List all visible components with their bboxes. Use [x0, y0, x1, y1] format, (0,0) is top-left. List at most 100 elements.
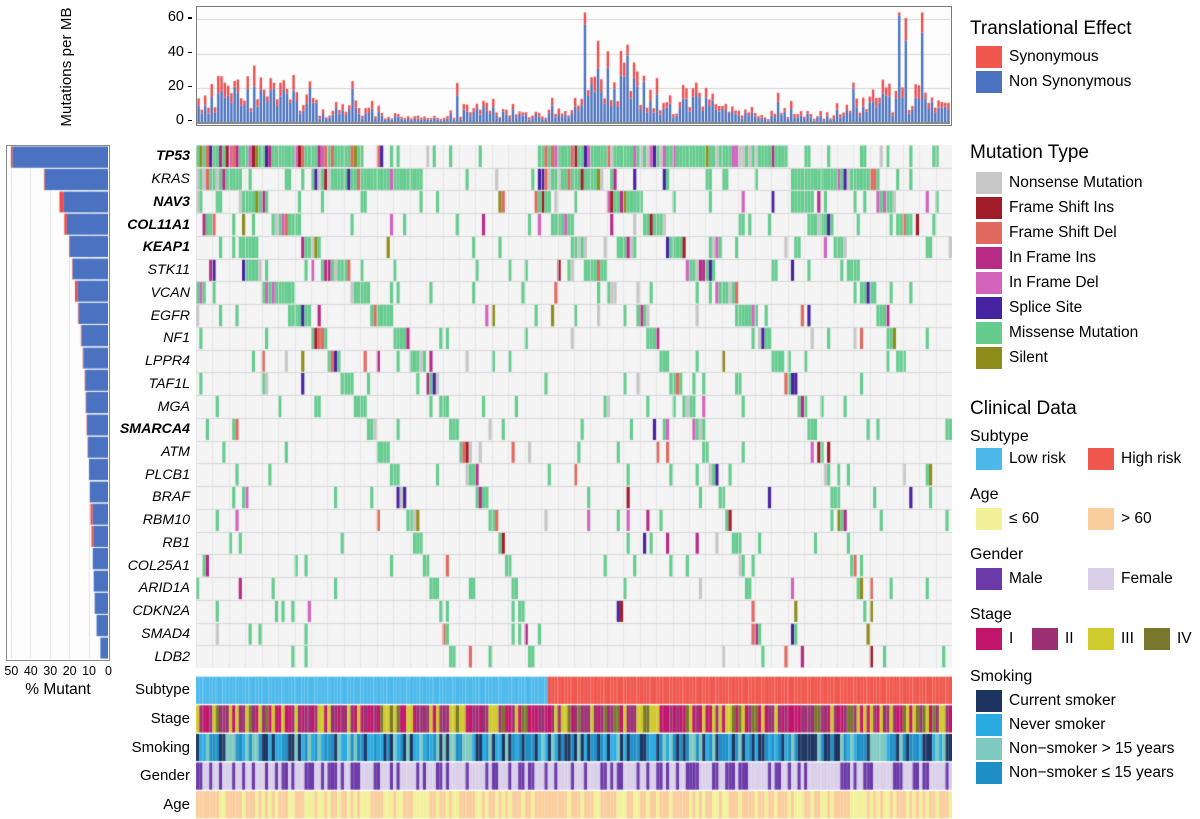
legend-subtitle-age: Age [970, 486, 998, 504]
legend-stage-iii-label: III [1121, 628, 1134, 650]
legend-mutation-missense-mutation-swatch [976, 322, 1002, 344]
percent-mutant-x-tick-label: 20 [60, 664, 80, 678]
legend-title-translational-effect: Translational Effect [970, 18, 1132, 40]
gene-label-egfr: EGFR [106, 309, 190, 323]
legend-stage-iii-swatch [1088, 628, 1114, 650]
legend-mutation-in-frame-ins-label: In Frame Ins [1009, 247, 1096, 269]
gene-label-kras: KRAS [106, 172, 190, 186]
legend-subtitle-gender: Gender [970, 546, 1023, 564]
legend-stage-i-label: I [1009, 628, 1013, 650]
gene-label-vcan: VCAN [106, 286, 190, 300]
legend-subtype-1-swatch [1088, 448, 1114, 470]
legend-subtype-0-swatch [976, 448, 1002, 470]
legend-smoking-3-label: Non−smoker ≤ 15 years [1009, 762, 1174, 784]
gene-label-tp53: TP53 [106, 149, 190, 163]
legend-mutation-in-frame-ins-swatch [976, 247, 1002, 269]
tmb-y-tick-label: 20 [150, 78, 184, 94]
gene-label-plcb1: PLCB1 [106, 468, 190, 482]
legend-smoking-1-label: Never smoker [1009, 714, 1105, 736]
tmb-y-tick-mark [188, 120, 192, 121]
tmb-y-tick-label: 0 [150, 112, 184, 128]
percent-mutant-canvas [7, 146, 108, 659]
gene-label-col11a1: COL11A1 [106, 218, 190, 232]
tmb-barplot-canvas [197, 7, 950, 124]
legend-gender-0-label: Male [1009, 568, 1043, 590]
legend-mutation-splice-site-swatch [976, 297, 1002, 319]
legend-mutation-silent-swatch [976, 347, 1002, 369]
gene-label-keap1: KEAP1 [106, 240, 190, 254]
legend-subtitle-smoking: Smoking [970, 668, 1032, 686]
legend-age-1-swatch [1088, 508, 1114, 530]
clinical-track-label-smoking: Smoking [106, 740, 190, 755]
clinical-track-label-stage: Stage [106, 711, 190, 726]
legend-stage-i-swatch [976, 628, 1002, 650]
tmb-barplot-panel [196, 6, 952, 126]
gene-label-atm: ATM [106, 445, 190, 459]
legend-gender-1-label: Female [1121, 568, 1173, 590]
gene-label-taf1l: TAF1L [106, 377, 190, 391]
legend-translational-non-synonymous-label: Non Synonymous [1009, 71, 1131, 93]
gene-label-smad4: SMAD4 [106, 627, 190, 641]
tmb-y-tick-label: 60 [150, 9, 184, 25]
tmb-y-tick-mark [188, 17, 192, 18]
gene-label-braf: BRAF [106, 490, 190, 504]
legend-mutation-nonsense-mutation-swatch [976, 172, 1002, 194]
legend-subtitle-stage: Stage [970, 606, 1012, 624]
gene-label-ldb2: LDB2 [106, 650, 190, 664]
legend-stage-ii-label: II [1065, 628, 1074, 650]
legend-translational-synonymous-label: Synonymous [1009, 46, 1099, 68]
clinical-track-panel [196, 676, 952, 819]
legend-age-1-label: > 60 [1121, 508, 1152, 530]
legend-mutation-frame-shift-del-label: Frame Shift Del [1009, 222, 1117, 244]
gene-label-lppr4: LPPR4 [106, 354, 190, 368]
percent-mutant-title: % Mutant [6, 681, 110, 699]
legend-gender-0-swatch [976, 568, 1002, 590]
legend-title-mutation-type: Mutation Type [970, 142, 1089, 164]
gene-label-arid1a: ARID1A [106, 581, 190, 595]
gene-label-nf1: NF1 [106, 331, 190, 345]
legend-mutation-frame-shift-ins-label: Frame Shift Ins [1009, 197, 1114, 219]
gene-label-nav3: NAV3 [106, 195, 190, 209]
legend-column: Translational Effect Synonymous Non Synony… [966, 0, 1200, 819]
legend-mutation-in-frame-del-label: In Frame Del [1009, 272, 1099, 294]
tmb-y-tick-label: 40 [150, 44, 184, 60]
clinical-track-label-subtype: Subtype [106, 682, 190, 697]
legend-smoking-2-label: Non−smoker > 15 years [1009, 738, 1174, 760]
figure-root: Mutations per MB 0204060 50403020100 % M… [0, 0, 1200, 819]
clinical-track-labels: SubtypeStageSmokingGenderAge [110, 676, 194, 819]
legend-subtype-0-label: Low risk [1009, 448, 1066, 470]
legend-stage-iv-label: IV [1177, 628, 1192, 650]
legend-title-clinical-data: Clinical Data [970, 398, 1077, 420]
tmb-y-axis-label: Mutations per MB [58, 0, 78, 147]
legend-age-0-label: ≤ 60 [1009, 508, 1039, 530]
gene-label-col25a1: COL25A1 [106, 559, 190, 573]
legend-stage-iv-swatch [1144, 628, 1170, 650]
legend-smoking-0-swatch [976, 690, 1002, 712]
tmb-y-axis-ticks: 0 20 40 60 [150, 0, 196, 130]
clinical-track-label-age: Age [106, 797, 190, 812]
legend-mutation-in-frame-del-swatch [976, 272, 1002, 294]
oncoprint-canvas [196, 145, 952, 668]
legend-smoking-1-swatch [976, 714, 1002, 736]
oncoprint-panel [196, 145, 952, 668]
legend-smoking-2-swatch [976, 738, 1002, 760]
legend-subtitle-subtype: Subtype [970, 428, 1029, 446]
legend-mutation-missense-mutation-label: Missense Mutation [1009, 322, 1138, 344]
tmb-y-tick-mark [188, 86, 192, 87]
percent-mutant-x-tick-label: 40 [21, 664, 41, 678]
legend-age-0-swatch [976, 508, 1002, 530]
gene-label-rbm10: RBM10 [106, 513, 190, 527]
legend-mutation-frame-shift-del-swatch [976, 222, 1002, 244]
legend-smoking-3-swatch [976, 762, 1002, 784]
clinical-track-label-gender: Gender [106, 768, 190, 783]
legend-translational-synonymous-swatch [976, 46, 1002, 68]
legend-smoking-0-label: Current smoker [1009, 690, 1116, 712]
percent-mutant-panel [6, 145, 110, 661]
percent-mutant-x-tick-label: 50 [1, 664, 21, 678]
legend-gender-1-swatch [1088, 568, 1114, 590]
gene-label-stk11: STK11 [106, 263, 190, 277]
gene-label-cdkn2a: CDKN2A [106, 604, 190, 618]
legend-mutation-nonsense-mutation-label: Nonsense Mutation [1009, 172, 1143, 194]
legend-subtype-1-label: High risk [1121, 448, 1181, 470]
legend-mutation-splice-site-label: Splice Site [1009, 297, 1082, 319]
